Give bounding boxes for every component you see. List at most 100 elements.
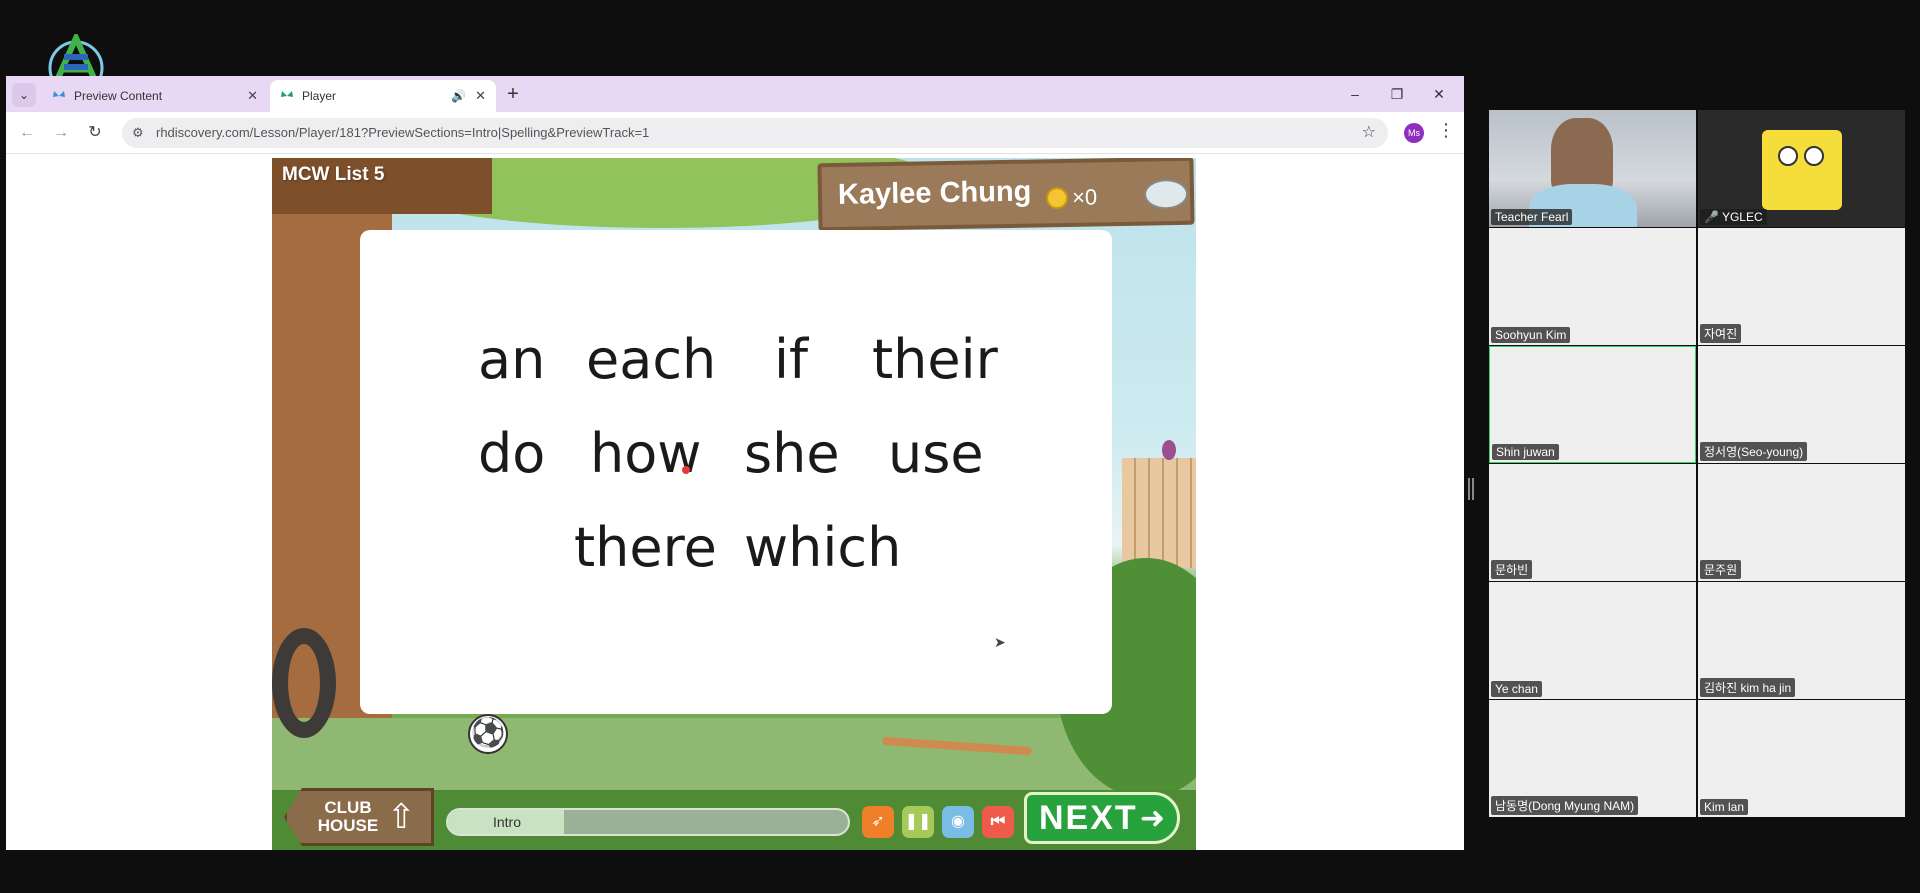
reload-icon: ↻ bbox=[88, 124, 102, 141]
minimize-icon: – bbox=[1351, 86, 1359, 102]
close-window-button[interactable]: ✕ bbox=[1420, 80, 1458, 108]
word: she bbox=[744, 422, 840, 485]
word: how bbox=[590, 422, 702, 485]
url-text: rhdiscovery.com/Lesson/Player/181?Previe… bbox=[156, 125, 650, 140]
tab-preview-content[interactable]: Preview Content ✕ bbox=[42, 80, 268, 112]
pause-icon: ❚❚ bbox=[904, 813, 932, 830]
arrow-left-icon: ← bbox=[19, 124, 35, 141]
coin-count: ×0 bbox=[1071, 184, 1098, 210]
tire-swing bbox=[272, 628, 336, 738]
participant-name: 정서영(Seo-young) bbox=[1700, 442, 1808, 461]
word: an bbox=[478, 328, 546, 391]
participant-tile[interactable]: Soohyun Kim bbox=[1489, 228, 1696, 345]
participant-name: Shin juwan bbox=[1492, 444, 1559, 460]
next-button[interactable]: NEXT ➜ bbox=[1024, 792, 1180, 844]
replay-button[interactable]: ➶ bbox=[862, 806, 894, 838]
student-name: Kaylee Chung bbox=[837, 175, 1032, 211]
back-button[interactable]: ← bbox=[14, 120, 40, 146]
participant-name: 문하빈 bbox=[1491, 560, 1533, 579]
word: use bbox=[888, 422, 984, 485]
progress-label: Intro bbox=[492, 814, 521, 830]
word: which bbox=[744, 516, 902, 579]
coin-icon bbox=[1045, 186, 1069, 210]
clubhouse-button[interactable]: CLUB HOUSE ⇧ bbox=[284, 788, 434, 846]
profile-avatar[interactable]: Ms bbox=[1404, 123, 1424, 143]
participant-name: YGLEC bbox=[1721, 210, 1763, 224]
participant-name: Teacher Fearl bbox=[1491, 209, 1573, 225]
tab-title: Preview Content bbox=[74, 89, 163, 103]
restart-button[interactable]: ⏮ bbox=[982, 806, 1014, 838]
participant-tile[interactable]: Shin juwan bbox=[1489, 346, 1696, 463]
avatar-eye bbox=[1778, 146, 1798, 166]
participant-name: 김하진 kim ha jin bbox=[1700, 678, 1796, 697]
clubhouse-label: CLUB HOUSE bbox=[317, 798, 379, 835]
participant-tile[interactable]: Kim lan bbox=[1698, 700, 1905, 817]
participant-name: Ye chan bbox=[1491, 681, 1542, 697]
butterfly-icon bbox=[281, 91, 293, 97]
address-bar: ← → ↻ ⚙ rhdiscovery.com/Lesson/Player/18… bbox=[6, 112, 1464, 154]
tab-player[interactable]: Player 🔊 ✕ bbox=[270, 80, 496, 112]
participant-name: 자여진 bbox=[1700, 324, 1742, 343]
kebab-icon[interactable]: ⋮ bbox=[1436, 120, 1456, 141]
reload-button[interactable]: ↻ bbox=[82, 120, 108, 146]
word: their bbox=[872, 328, 998, 391]
close-icon[interactable]: ✕ bbox=[475, 80, 486, 112]
site-info-icon[interactable]: ⚙ bbox=[132, 125, 144, 141]
audio-button[interactable]: ◉ bbox=[942, 806, 974, 838]
butterfly-icon bbox=[53, 91, 65, 97]
pause-button[interactable]: ❚❚ bbox=[902, 806, 934, 838]
minimize-button[interactable]: – bbox=[1336, 80, 1374, 108]
bird-icon: ➶ bbox=[871, 813, 885, 830]
lesson-player: ⚽ MCW List 5 Kaylee Chung ×0 an each if … bbox=[272, 158, 1196, 850]
mini-scene-icon[interactable] bbox=[1143, 178, 1189, 210]
url-field[interactable]: ⚙ rhdiscovery.com/Lesson/Player/181?Prev… bbox=[122, 118, 1388, 148]
word: each bbox=[586, 328, 717, 391]
plus-icon: + bbox=[507, 83, 519, 105]
mic-off-icon: 🎤 bbox=[1704, 210, 1719, 224]
lesson-progress-bar: Intro bbox=[446, 808, 850, 836]
participant-name: Kim lan bbox=[1700, 799, 1749, 815]
word: do bbox=[478, 422, 546, 485]
student-name-sign: Kaylee Chung ×0 bbox=[817, 158, 1195, 232]
new-tab-button[interactable]: + bbox=[500, 82, 526, 108]
participant-gallery: Teacher Fearl 🎤 YGLEC Soohyun Kim 자여진 Shi… bbox=[1489, 110, 1909, 817]
participant-tile[interactable]: 김하진 kim ha jin bbox=[1698, 582, 1905, 699]
close-icon: ✕ bbox=[1433, 86, 1445, 102]
participant-tile[interactable]: 문하빈 bbox=[1489, 464, 1696, 581]
word: if bbox=[774, 328, 809, 391]
participant-tile[interactable]: 자여진 bbox=[1698, 228, 1905, 345]
participant-tile[interactable]: 🎤 YGLEC bbox=[1698, 110, 1905, 227]
speaker-icon: ◉ bbox=[951, 813, 965, 830]
panel-resize-handle[interactable] bbox=[1468, 478, 1474, 500]
star-icon[interactable]: ☆ bbox=[1362, 118, 1376, 148]
participant-tile[interactable]: 남동명(Dong Myung NAM) bbox=[1489, 700, 1696, 817]
fence-decoration bbox=[1122, 458, 1196, 568]
chevron-down-icon: ⌄ bbox=[18, 88, 30, 102]
restore-icon: ❐ bbox=[1390, 86, 1404, 102]
forward-button[interactable]: → bbox=[48, 120, 74, 146]
mouse-cursor-icon: ➤ bbox=[994, 634, 1006, 650]
close-icon[interactable]: ✕ bbox=[247, 80, 258, 112]
participant-tile[interactable]: Ye chan bbox=[1489, 582, 1696, 699]
tab-strip: ⌄ Preview Content ✕ Player 🔊 ✕ + – ❐ ✕ bbox=[6, 76, 1464, 112]
tab-list-button[interactable]: ⌄ bbox=[12, 83, 36, 107]
participant-tile[interactable]: 정서영(Seo-young) bbox=[1698, 346, 1905, 463]
skip-back-icon: ⏮ bbox=[990, 813, 1006, 830]
arrow-right-icon: ➜ bbox=[1139, 802, 1165, 835]
participant-name: 문주원 bbox=[1700, 560, 1742, 579]
avatar bbox=[1762, 130, 1842, 210]
pointer-dot bbox=[682, 466, 690, 474]
arrow-up-icon: ⇧ bbox=[387, 798, 416, 836]
balloon-decoration bbox=[1162, 440, 1176, 460]
soccer-ball: ⚽ bbox=[468, 714, 508, 754]
participant-tile[interactable]: Teacher Fearl bbox=[1489, 110, 1696, 227]
participant-name: Soohyun Kim bbox=[1491, 327, 1571, 343]
word: there bbox=[574, 516, 717, 579]
lesson-title: MCW List 5 bbox=[282, 164, 385, 185]
next-label: NEXT bbox=[1039, 799, 1138, 837]
arrow-right-icon: → bbox=[53, 124, 69, 141]
participant-name-tag: 🎤 YGLEC bbox=[1700, 209, 1767, 225]
participant-tile[interactable]: 문주원 bbox=[1698, 464, 1905, 581]
restore-button[interactable]: ❐ bbox=[1378, 80, 1416, 108]
speaker-icon[interactable]: 🔊 bbox=[451, 80, 466, 112]
